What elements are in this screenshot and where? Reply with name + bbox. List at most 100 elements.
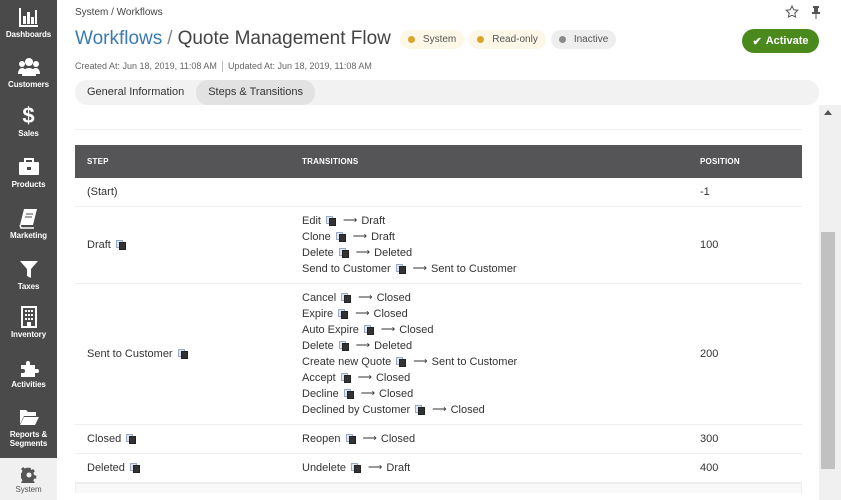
translate-icon[interactable] xyxy=(351,463,362,473)
step-cell: (Start) xyxy=(75,186,302,198)
column-header-step: STEP xyxy=(87,157,109,166)
transition-item: Auto Expire ⟶ Closed xyxy=(302,322,700,338)
translate-icon[interactable] xyxy=(325,216,337,226)
translate-icon[interactable] xyxy=(338,309,349,319)
transition-item: Declined by Customer ⟶ Closed xyxy=(302,402,700,418)
translate-icon[interactable] xyxy=(338,341,350,351)
arrow-right-icon: ⟶ xyxy=(412,263,427,274)
step-cell: Sent to Customer xyxy=(75,348,302,360)
transition-target: Sent to Customer xyxy=(431,356,518,368)
transition-item: Edit ⟶ Draft xyxy=(302,213,700,229)
sidebar-item-label: Marketing xyxy=(10,231,47,240)
sidebar-item-reports-segments[interactable]: Reports & Segments xyxy=(0,406,57,454)
scroll-up-arrow-icon[interactable] xyxy=(824,110,832,115)
tab-general-information[interactable]: General Information xyxy=(75,80,196,105)
transition-item: Accept ⟶ Closed xyxy=(302,370,700,386)
page-title: Workflows / Quote Management Flow System… xyxy=(75,28,617,50)
arrow-right-icon: ⟶ xyxy=(357,372,372,383)
table-row: Sent to Customer Cancel ⟶ Closed Expire ⟶ Clos… xyxy=(75,284,802,425)
translate-icon[interactable] xyxy=(396,357,407,367)
transition-item: Undelete ⟶ Draft xyxy=(302,460,700,476)
arrow-right-icon: ⟶ xyxy=(342,215,358,226)
step-name: (Start) xyxy=(87,186,118,198)
step-name: Draft xyxy=(87,239,111,251)
arrow-right-icon: ⟶ xyxy=(352,231,368,242)
step-name: Closed xyxy=(87,433,122,445)
sidebar-item-taxes[interactable]: Taxes xyxy=(0,258,57,300)
activate-button[interactable]: ✔ Activate xyxy=(742,29,819,53)
tab-steps-transitions[interactable]: Steps & Transitions xyxy=(196,80,315,105)
transition-target: Closed xyxy=(380,433,416,445)
filter-icon xyxy=(19,261,38,278)
sidebar-item-activities[interactable]: Activities xyxy=(0,356,57,398)
sidebar-item-inventory[interactable]: Inventory xyxy=(0,306,57,348)
translate-icon[interactable] xyxy=(340,373,352,383)
step-name: Deleted xyxy=(87,462,125,474)
sidebar-item-customers[interactable]: Customers xyxy=(0,56,57,98)
badge-label: System xyxy=(422,33,457,45)
transition-target: Draft xyxy=(371,231,395,243)
step-cell: Deleted xyxy=(75,462,302,474)
translate-icon[interactable] xyxy=(338,248,350,258)
step-cell: Closed xyxy=(75,433,302,445)
book-icon xyxy=(18,209,37,229)
transition-name: Create new Quote xyxy=(302,356,392,368)
folder-open-icon xyxy=(19,410,39,425)
star-icon[interactable] xyxy=(785,5,799,19)
sidebar-item-dashboards[interactable]: Dashboards xyxy=(0,6,57,48)
sidebar-item-label: Taxes xyxy=(17,282,40,291)
transition-target: Deleted xyxy=(374,247,413,259)
sidebar-item-sales[interactable]: $ Sales xyxy=(0,105,57,147)
transitions-cell: Reopen ⟶ Closed xyxy=(302,431,700,447)
sidebar-item-system[interactable]: System xyxy=(0,458,57,500)
translate-icon[interactable] xyxy=(395,264,407,274)
translate-icon[interactable] xyxy=(126,434,137,444)
translate-icon[interactable] xyxy=(115,240,127,250)
briefcase-icon xyxy=(18,158,39,175)
sidebar-item-label: Products xyxy=(11,180,46,189)
breadcrumb: System / Workflows xyxy=(75,7,163,18)
scrollbar[interactable] xyxy=(819,105,841,500)
arrow-right-icon: ⟶ xyxy=(362,433,377,444)
transition-target: Closed xyxy=(373,308,408,320)
translate-icon[interactable] xyxy=(129,463,141,473)
scrollbar-thumb[interactable] xyxy=(821,232,835,469)
position-cell: 100 xyxy=(700,239,719,251)
transition-target: Sent to Customer xyxy=(431,263,517,275)
transition-item: Decline ⟶ Closed xyxy=(302,386,700,402)
pin-icon[interactable] xyxy=(810,5,822,19)
transition-item: Expire ⟶ Closed xyxy=(302,306,700,322)
translate-icon[interactable] xyxy=(415,405,426,415)
table-header: STEP TRANSITIONS POSITION xyxy=(75,145,802,178)
arrow-right-icon: ⟶ xyxy=(355,247,371,258)
transitions-cell: Edit ⟶ Draft Clone ⟶ Draft Delete ⟶ Deleted Send … xyxy=(302,213,700,277)
translate-icon[interactable] xyxy=(341,293,352,303)
sidebar-item-label: Activities xyxy=(11,380,46,389)
sidebar-item-label: Dashboards xyxy=(5,30,52,39)
gear-icon xyxy=(20,467,36,483)
translate-icon[interactable] xyxy=(335,232,347,242)
sidebar-item-marketing[interactable]: Marketing xyxy=(0,207,57,249)
transition-target: Closed xyxy=(450,404,485,416)
transition-name: Auto Expire xyxy=(302,324,359,336)
sidebar-item-label: Sales xyxy=(18,129,39,138)
system-badge: System xyxy=(399,29,465,49)
arrow-right-icon: ⟶ xyxy=(355,340,371,351)
transition-item: Cancel ⟶ Closed xyxy=(302,290,700,306)
section-divider xyxy=(75,129,802,130)
translate-icon[interactable] xyxy=(343,389,355,399)
transition-name: Clone xyxy=(302,231,331,243)
step-name: Sent to Customer xyxy=(87,348,173,360)
badge-label: Inactive xyxy=(573,33,609,45)
sidebar-item-label-line2: Segments xyxy=(9,439,48,448)
workflows-link[interactable]: Workflows xyxy=(75,28,162,50)
check-icon: ✔ xyxy=(752,35,762,48)
sidebar-item-label: Inventory xyxy=(10,330,47,339)
arrow-right-icon: ⟶ xyxy=(368,462,383,473)
translate-icon[interactable] xyxy=(345,434,357,444)
sidebar: Dashboards Customers $ Sales Products Ma… xyxy=(0,0,57,500)
sidebar-item-products[interactable]: Products xyxy=(0,156,57,198)
position-cell: -1 xyxy=(700,186,710,198)
translate-icon[interactable] xyxy=(177,349,189,359)
translate-icon[interactable] xyxy=(363,325,375,335)
